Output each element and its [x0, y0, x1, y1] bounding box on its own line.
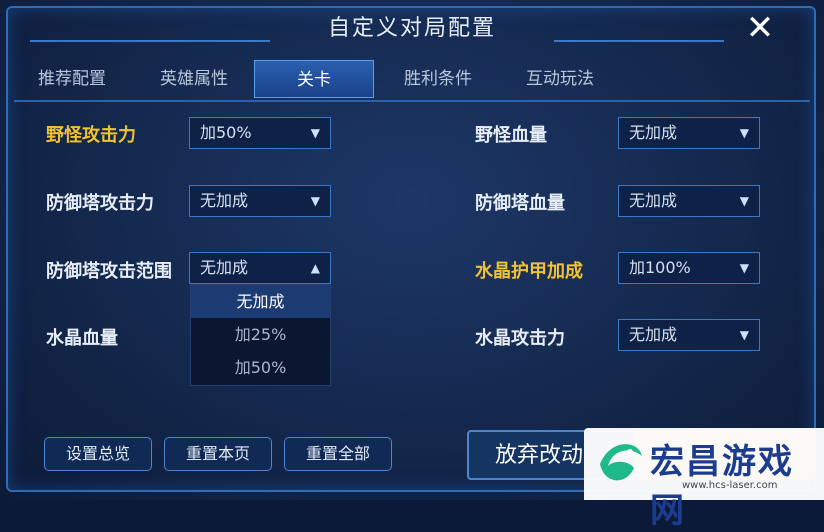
- crystal-attack-value: 无加成: [629, 325, 678, 344]
- tab-interactive-play[interactable]: 互动玩法: [502, 60, 618, 98]
- wild-attack-select[interactable]: 加50% ▼: [189, 117, 331, 149]
- tab-recommended[interactable]: 推荐配置: [14, 60, 130, 98]
- tower-attack-select[interactable]: 无加成 ▼: [189, 185, 331, 217]
- watermark: 宏昌游戏网 www.hcs-laser.com: [584, 428, 824, 531]
- chevron-up-icon: ▲: [310, 261, 320, 275]
- watermark-logo-icon: [600, 444, 642, 481]
- dropdown-option[interactable]: 加50%: [191, 351, 330, 384]
- dropdown-option[interactable]: 无加成: [191, 285, 330, 318]
- crystal-attack-select[interactable]: 无加成 ▼: [618, 319, 760, 351]
- tower-hp-select[interactable]: 无加成 ▼: [618, 185, 760, 217]
- chevron-down-icon: ▼: [739, 261, 749, 275]
- chevron-down-icon: ▼: [739, 126, 749, 140]
- wild-hp-label: 野怪血量: [475, 125, 547, 146]
- reset-page-button[interactable]: 重置本页: [164, 437, 272, 471]
- tower-range-dropdown: 无加成 加25% 加50%: [190, 284, 331, 386]
- tower-range-label: 防御塔攻击范围: [46, 261, 172, 282]
- tab-stage[interactable]: 关卡: [254, 60, 374, 98]
- tower-range-select[interactable]: 无加成 ▲: [189, 252, 331, 284]
- wild-attack-value: 加50%: [200, 123, 252, 142]
- tower-attack-label: 防御塔攻击力: [46, 193, 154, 214]
- crystal-attack-label: 水晶攻击力: [475, 328, 565, 349]
- wild-hp-value: 无加成: [629, 123, 678, 142]
- title-bar: 自定义对局配置 ✕: [0, 0, 824, 56]
- chevron-down-icon: ▼: [310, 126, 320, 140]
- chevron-down-icon: ▼: [739, 194, 749, 208]
- tower-attack-value: 无加成: [200, 191, 249, 210]
- tab-victory-conditions[interactable]: 胜利条件: [380, 60, 496, 98]
- page-title: 自定义对局配置: [327, 16, 496, 41]
- reset-all-button[interactable]: 重置全部: [284, 437, 392, 471]
- tower-hp-label: 防御塔血量: [475, 193, 565, 214]
- crystal-armor-label: 水晶护甲加成: [475, 261, 583, 282]
- crystal-hp-label: 水晶血量: [46, 328, 118, 349]
- tower-hp-value: 无加成: [629, 191, 678, 210]
- tab-bar: 推荐配置 英雄属性 关卡 胜利条件 互动玩法: [14, 60, 810, 102]
- crystal-armor-value: 加100%: [629, 258, 691, 277]
- close-icon[interactable]: ✕: [736, 6, 784, 50]
- chevron-down-icon: ▼: [310, 194, 320, 208]
- crystal-armor-select[interactable]: 加100% ▼: [618, 252, 760, 284]
- overview-button[interactable]: 设置总览: [44, 437, 152, 471]
- tab-hero-attributes[interactable]: 英雄属性: [136, 60, 252, 98]
- tower-range-value: 无加成: [200, 258, 249, 277]
- wild-attack-label: 野怪攻击力: [46, 125, 136, 146]
- dropdown-option[interactable]: 加25%: [191, 318, 330, 351]
- config-panel: 自定义对局配置 ✕ 推荐配置 英雄属性 关卡 胜利条件 互动玩法 野怪攻击力 加…: [0, 0, 824, 531]
- chevron-down-icon: ▼: [739, 328, 749, 342]
- watermark-url: www.hcs-laser.com: [682, 480, 778, 491]
- wild-hp-select[interactable]: 无加成 ▼: [618, 117, 760, 149]
